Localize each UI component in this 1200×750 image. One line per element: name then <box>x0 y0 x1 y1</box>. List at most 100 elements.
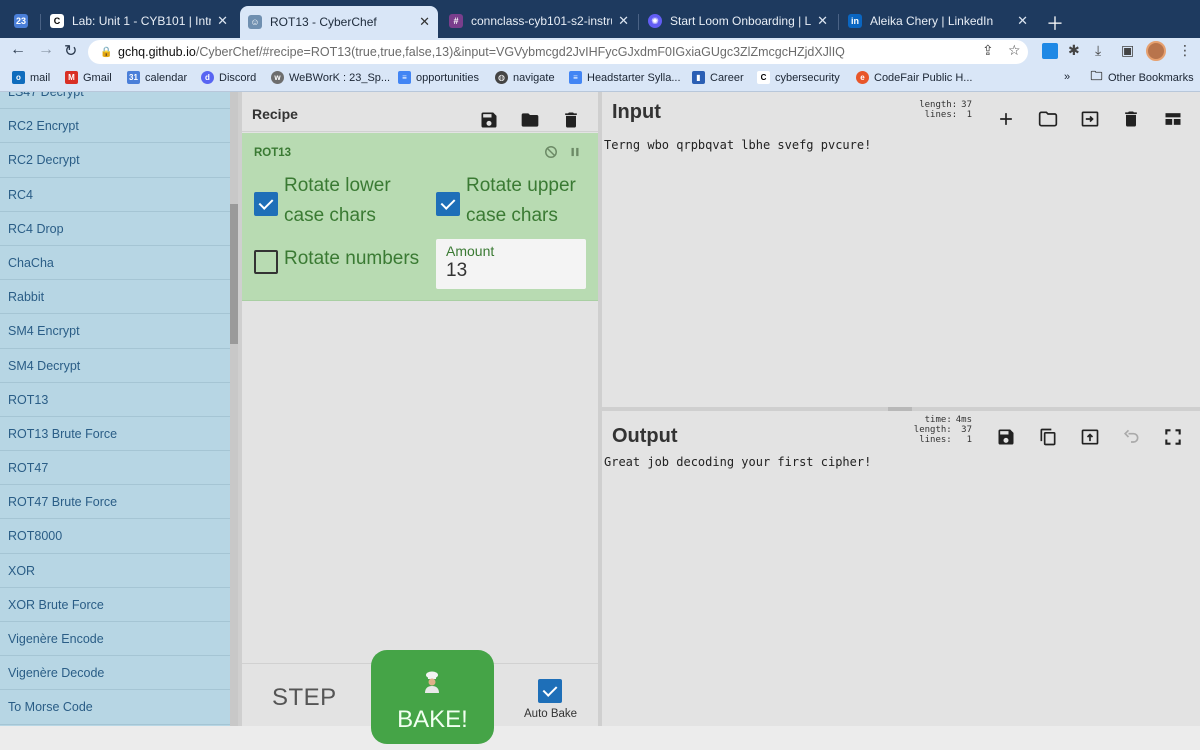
clear-input-icon[interactable] <box>1121 109 1141 129</box>
avatar[interactable] <box>1146 41 1166 61</box>
tab-slack[interactable]: # connclass-cyb101-s2-instructo ✕ <box>441 7 637 35</box>
bookmark-mail[interactable]: o mail <box>12 71 50 84</box>
amount-value[interactable]: 13 <box>446 260 467 282</box>
operation-item[interactable]: ROT13 <box>0 383 230 417</box>
undo-icon[interactable] <box>1121 427 1141 447</box>
bookmarks-bar: o mail M Gmail 31 calendar d Discord w WeBWor… <box>0 66 1200 92</box>
operation-item[interactable]: ROT47 <box>0 451 230 486</box>
bookmarks-overflow[interactable]: » <box>1064 71 1070 83</box>
recipe-operation-rot13[interactable]: ROT13 Rotate lower case chars Rotate upp… <box>242 133 598 301</box>
operations-scroll-thumb[interactable] <box>230 204 238 344</box>
tab-codepath-lab[interactable]: C Lab: Unit 1 - CYB101 | Intro to C ✕ <box>42 7 236 35</box>
operation-item[interactable]: SM4 Decrypt <box>0 349 230 383</box>
loom-icon: ✺ <box>648 14 662 28</box>
operation-item[interactable]: ROT47 Brute Force <box>0 485 230 520</box>
breakpoint-icon[interactable] <box>568 145 582 159</box>
close-icon[interactable]: ✕ <box>618 13 629 29</box>
folder-icon[interactable] <box>520 110 540 130</box>
close-icon[interactable]: ✕ <box>1017 13 1028 29</box>
close-icon[interactable]: ✕ <box>217 13 228 29</box>
bake-button[interactable]: BAKE! <box>371 650 494 744</box>
address-bar[interactable]: 🔒 gchq.github.io/CyberChef/#recipe=ROT13… <box>88 40 1028 64</box>
star-icon[interactable]: ☆ <box>1008 42 1021 59</box>
share-icon[interactable]: ⇪ <box>982 42 994 59</box>
bookmark-opportunities[interactable]: ≡ opportunities <box>398 71 479 84</box>
forward-icon[interactable]: → <box>38 41 54 59</box>
bookmark-calendar[interactable]: 31 calendar <box>127 71 187 84</box>
trash-icon[interactable] <box>561 110 581 130</box>
operation-title: ROT13 <box>254 147 292 159</box>
tab-title: Lab: Unit 1 - CYB101 | Intro to C <box>72 14 212 28</box>
other-bookmarks[interactable]: 🗀 Other Bookmarks <box>1090 69 1193 84</box>
download-icon[interactable]: ⤓ <box>1095 42 1101 59</box>
operation-item[interactable]: RC2 Decrypt <box>0 143 230 178</box>
rotate-lower-checkbox[interactable] <box>254 192 278 216</box>
reload-icon[interactable]: ↻ <box>64 41 77 61</box>
tab-title: ROT13 - CyberChef <box>270 15 377 29</box>
step-button[interactable]: STEP <box>272 684 337 712</box>
bookmark-webwork[interactable]: w WeBWorK : 23_Sp... <box>271 71 390 84</box>
close-icon[interactable]: ✕ <box>817 13 828 29</box>
bookmark-headstarter[interactable]: ≡ Headstarter Sylla... <box>569 71 681 84</box>
operation-item[interactable]: ChaCha <box>0 246 230 281</box>
operation-item[interactable]: ROT8000 <box>0 519 230 554</box>
operation-item[interactable]: Vigenère Decode <box>0 656 230 691</box>
linkedin-icon: in <box>848 14 862 28</box>
open-folder-icon[interactable] <box>1038 109 1058 129</box>
rotate-numbers-checkbox[interactable] <box>254 250 278 274</box>
operation-item[interactable]: ROT13 Brute Force <box>0 417 230 452</box>
tab-linkedin[interactable]: in Aleika Chery | LinkedIn ✕ <box>840 7 1036 35</box>
disable-icon[interactable] <box>544 145 558 159</box>
extension-icon[interactable] <box>1042 43 1058 59</box>
new-tab-button[interactable]: ＋ <box>1046 10 1064 36</box>
tab-cyberchef[interactable]: ☺ ROT13 - CyberChef ✕ <box>240 6 438 38</box>
operation-item[interactable]: XOR Brute Force <box>0 588 230 622</box>
open-file-icon[interactable] <box>1080 109 1100 129</box>
cyberchef-icon: ☺ <box>248 15 262 29</box>
tab-title: connclass-cyb101-s2-instructo <box>471 14 612 28</box>
puzzle-icon[interactable]: ✱ <box>1068 42 1080 59</box>
operation-item[interactable]: SM4 Encrypt <box>0 314 230 349</box>
copy-icon[interactable] <box>1038 427 1058 447</box>
lock-icon: 🔒 <box>100 47 113 58</box>
save-output-icon[interactable] <box>996 427 1016 447</box>
operation-item[interactable]: Vigenère Encode <box>0 622 230 657</box>
output-textarea[interactable]: Great job decoding your first cipher! <box>604 455 871 469</box>
operation-item[interactable]: XOR <box>0 554 230 588</box>
input-stats-values: 37 1 <box>961 100 972 120</box>
bookmark-career[interactable]: ▮ Career <box>692 71 744 84</box>
rotate-upper-checkbox[interactable] <box>436 192 460 216</box>
add-tab-icon[interactable] <box>996 109 1016 129</box>
close-icon[interactable]: ✕ <box>419 14 430 30</box>
bookmark-navigate[interactable]: ◍ navigate <box>495 71 555 84</box>
tab-loom[interactable]: ✺ Start Loom Onboarding | Loom ✕ <box>640 7 836 35</box>
operation-item[interactable]: RC4 <box>0 178 230 212</box>
operation-item[interactable]: To Morse Code <box>0 690 230 725</box>
bookmark-discord[interactable]: d Discord <box>201 71 256 84</box>
sidebar-icon[interactable]: ▣ <box>1121 42 1134 59</box>
back-icon[interactable]: ← <box>10 41 26 59</box>
operation-item[interactable]: Rabbit <box>0 280 230 315</box>
output-title: Output <box>612 425 678 447</box>
calendar-icon: 31 <box>127 71 140 84</box>
bookmark-gmail[interactable]: M Gmail <box>65 71 112 84</box>
input-textarea[interactable]: Terng wbo qrpbqvat lbhe svefg pvcure! <box>604 138 871 152</box>
auto-bake-checkbox[interactable] <box>538 679 562 703</box>
operations-scrollbar[interactable] <box>230 92 238 726</box>
operation-item[interactable]: RC2 Encrypt <box>0 109 230 144</box>
bookmark-cybersecurity[interactable]: Ccybersecurity <box>757 71 840 84</box>
menu-icon[interactable]: ⋮ <box>1178 42 1192 59</box>
bookmark-codefair[interactable]: e CodeFair Public H... <box>856 71 972 84</box>
output-stats-labels: time: length: lines: <box>913 415 952 445</box>
browser-tab-bar: 23 C Lab: Unit 1 - CYB101 | Intro to C ✕… <box>0 0 1200 38</box>
fullscreen-icon[interactable] <box>1163 427 1183 447</box>
operation-item[interactable]: LS47 Decrypt <box>0 92 230 110</box>
operation-item[interactable]: RC4 Drop <box>0 212 230 246</box>
layout-icon[interactable] <box>1163 109 1183 129</box>
amount-field[interactable]: Amount 13 <box>436 239 586 289</box>
operations-panel: LS47 Decrypt RC2 Encrypt RC2 Decrypt RC4 RC4… <box>0 92 238 726</box>
replace-input-icon[interactable] <box>1080 427 1100 447</box>
recipe-title: Recipe <box>252 106 298 122</box>
save-icon[interactable] <box>479 110 499 130</box>
tab-calendar[interactable]: 23 <box>6 7 38 35</box>
